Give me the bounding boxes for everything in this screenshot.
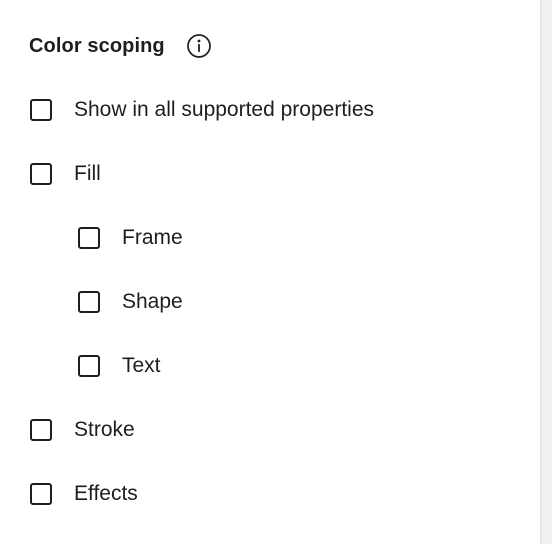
panel-edge-scrollbar[interactable]: [540, 0, 552, 544]
option-fill-shape[interactable]: Shape: [78, 286, 183, 318]
checkbox-shape[interactable]: [78, 291, 100, 313]
section-header: Color scoping: [29, 31, 212, 61]
option-label: Text: [122, 354, 161, 377]
option-label: Fill: [74, 162, 101, 185]
option-effects[interactable]: Effects: [30, 478, 138, 510]
option-fill-text[interactable]: Text: [78, 350, 161, 382]
option-label: Stroke: [74, 418, 135, 441]
checkbox-frame[interactable]: [78, 227, 100, 249]
section-title: Color scoping: [29, 34, 165, 57]
info-icon[interactable]: [186, 33, 212, 59]
option-fill-frame[interactable]: Frame: [78, 222, 183, 254]
option-label: Shape: [122, 290, 183, 313]
option-label: Show in all supported properties: [74, 98, 375, 121]
color-scoping-panel: Color scoping Show in all supported prop…: [0, 0, 540, 544]
option-label: Frame: [122, 226, 183, 249]
checkbox-fill[interactable]: [30, 163, 52, 185]
checkbox-effects[interactable]: [30, 483, 52, 505]
checkbox-show-in-all-supported-properties[interactable]: [30, 99, 52, 121]
option-fill[interactable]: Fill: [30, 158, 101, 190]
checkbox-stroke[interactable]: [30, 419, 52, 441]
option-show-in-all-supported-properties[interactable]: Show in all supported properties: [30, 94, 374, 126]
checkbox-text[interactable]: [78, 355, 100, 377]
option-label: Effects: [74, 482, 138, 505]
option-stroke[interactable]: Stroke: [30, 414, 135, 446]
